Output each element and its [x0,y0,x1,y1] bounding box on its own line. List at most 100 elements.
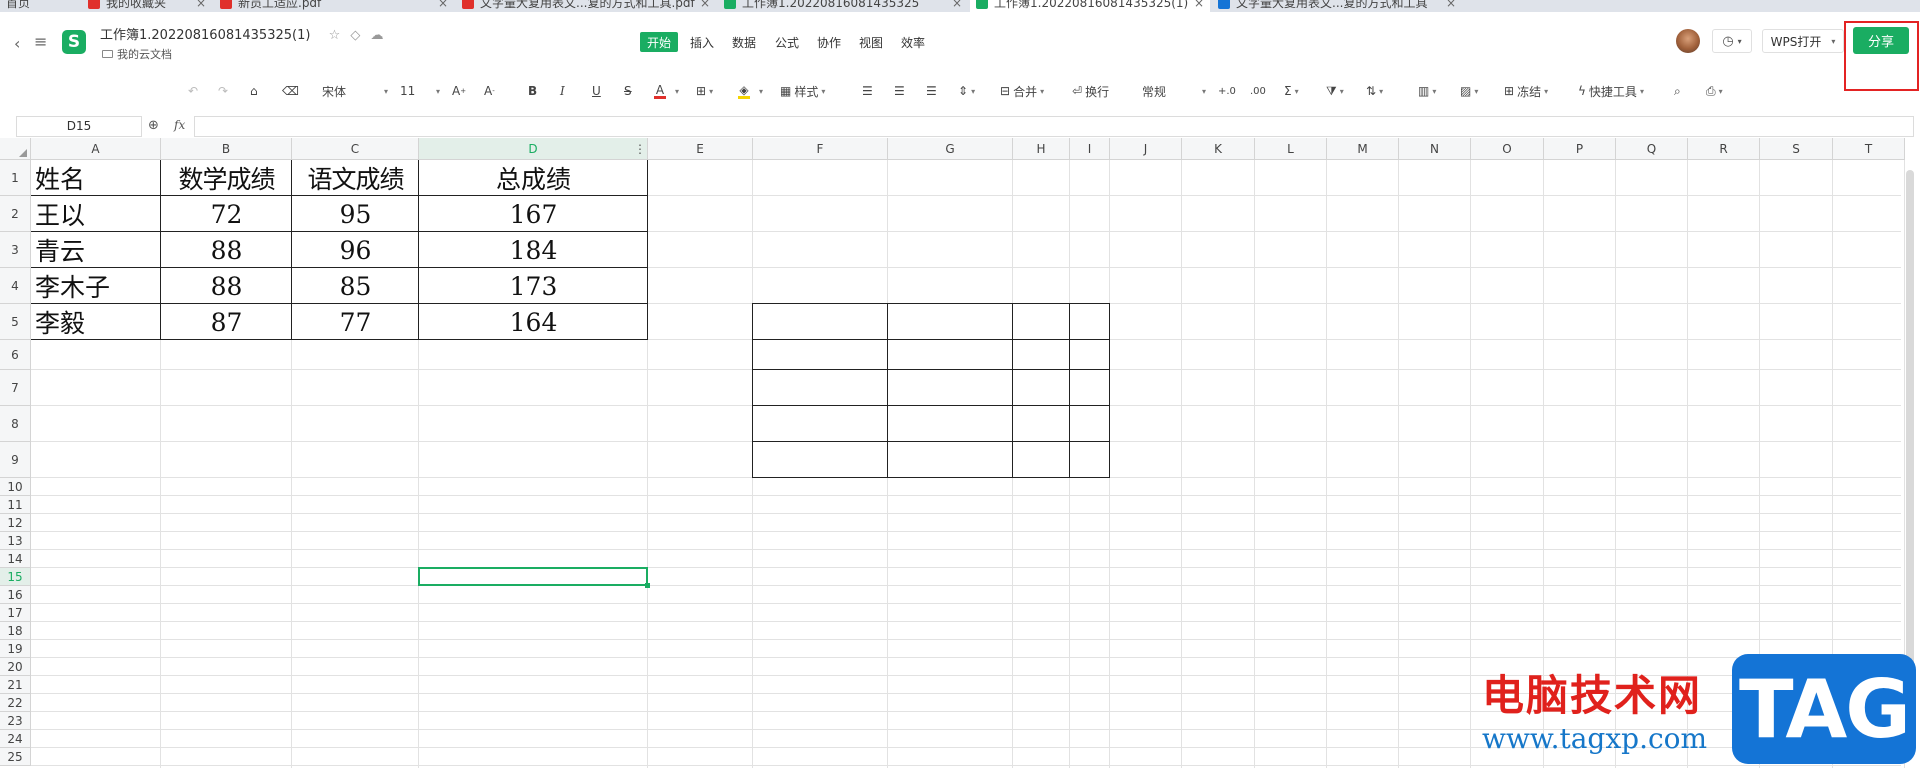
cell-A1[interactable]: 姓名 [31,160,161,196]
selected-cell[interactable] [418,567,648,586]
row-header-8[interactable]: 8 [0,406,31,442]
back-icon[interactable]: ‹ [14,34,20,53]
column-header-P[interactable]: P [1544,138,1616,160]
font-color-icon[interactable]: A [654,81,666,101]
column-header-T[interactable]: T [1833,138,1905,160]
column-header-A[interactable]: A [31,138,161,160]
print-icon[interactable]: ⎙ ▾ [1706,81,1723,101]
select-all-corner[interactable] [0,138,31,160]
row-header-12[interactable]: 12 [0,514,31,532]
chart-icon[interactable]: ▥ ▾ [1418,81,1436,101]
sum-icon[interactable]: Σ ▾ [1284,81,1299,101]
redo-icon[interactable]: ↷ [218,81,228,101]
row-header-14[interactable]: 14 [0,550,31,568]
column-header-R[interactable]: R [1688,138,1760,160]
increase-decimal-icon[interactable]: +.0 [1218,81,1236,101]
tab-2[interactable]: 新员工适应.pdf × [214,0,454,12]
tag-icon[interactable]: ◇ [350,28,360,43]
column-header-E[interactable]: E [648,138,753,160]
star-icon[interactable]: ☆ [329,28,341,43]
cell-D1[interactable]: 总成绩 [419,160,648,196]
history-button[interactable]: ◷ ▾ [1712,29,1752,53]
row-header-2[interactable]: 2 [0,196,31,232]
menu-tab-0[interactable]: 开始 [640,32,679,52]
column-menu-icon[interactable]: ⋮ [634,142,646,156]
row-header-17[interactable]: 17 [0,604,31,622]
row-header-16[interactable]: 16 [0,586,31,604]
menu-tab-3[interactable]: 公式 [768,32,806,52]
tab-1[interactable]: 我的收藏夹 × [82,0,212,12]
quick-tools-button[interactable]: ϟ 快捷工具 ▾ [1578,81,1644,101]
menu-tab-2[interactable]: 数据 [725,32,763,52]
fill-color-icon[interactable]: ◈ [738,81,750,101]
row-header-22[interactable]: 22 [0,694,31,712]
freeze-button[interactable]: ⊞ 冻结 ▾ [1504,81,1548,101]
sort-icon[interactable]: ⇅ ▾ [1366,81,1383,101]
cell-A5[interactable]: 李毅 [31,304,161,340]
menu-tab-1[interactable]: 插入 [683,32,721,52]
column-header-F[interactable]: F [753,138,888,160]
cell-B4[interactable]: 88 [161,268,292,304]
document-title[interactable]: 工作簿1.20220816081435325(1) ☆ ◇ ☁ [100,24,384,43]
close-icon[interactable]: × [700,0,710,10]
filter-icon[interactable]: ⧩ ▾ [1326,81,1344,101]
column-header-I[interactable]: I [1070,138,1110,160]
column-header-B[interactable]: B [161,138,292,160]
cell-C3[interactable]: 96 [292,232,419,268]
tab-4[interactable]: 工作簿1.20220816081435325 × [718,0,968,12]
row-header-20[interactable]: 20 [0,658,31,676]
border-icon[interactable]: ⊞ ▾ [696,81,713,101]
column-header-D[interactable]: D [419,138,648,160]
row-header-5[interactable]: 5 [0,304,31,340]
cell-C2[interactable]: 95 [292,196,419,232]
menu-tab-5[interactable]: 视图 [852,32,890,52]
cell-D3[interactable]: 184 [419,232,648,268]
column-header-H[interactable]: H [1013,138,1070,160]
cell-B5[interactable]: 87 [161,304,292,340]
close-icon[interactable]: × [1194,0,1204,10]
column-header-M[interactable]: M [1327,138,1399,160]
row-header-7[interactable]: 7 [0,370,31,406]
column-header-N[interactable]: N [1399,138,1471,160]
column-header-J[interactable]: J [1110,138,1182,160]
column-header-C[interactable]: C [292,138,419,160]
fill-handle[interactable] [645,583,650,588]
cell-C4[interactable]: 85 [292,268,419,304]
chevron-down-icon[interactable]: ▾ [756,81,763,101]
font-size-select[interactable]: 11 ▾ [400,81,440,101]
column-header-L[interactable]: L [1255,138,1327,160]
decrease-decimal-icon[interactable]: .00 [1250,81,1266,101]
menu-tab-6[interactable]: 效率 [894,32,932,52]
decrease-font-icon[interactable]: A- [484,81,495,101]
row-header-15[interactable]: 15 [0,568,31,586]
row-header-19[interactable]: 19 [0,640,31,658]
row-header-6[interactable]: 6 [0,340,31,370]
formula-input[interactable] [194,116,1914,137]
name-box[interactable]: D15 [16,116,142,137]
strikethrough-icon[interactable]: S [624,81,632,101]
cell-A4[interactable]: 李木子 [31,268,161,304]
tab-3[interactable]: 文字量大复用表文...复的方式和工具.pdf × [456,0,716,12]
cell-D5[interactable]: 164 [419,304,648,340]
eraser-icon[interactable]: ⌫ [282,81,299,101]
close-icon[interactable]: × [196,0,206,10]
row-header-1[interactable]: 1 [0,160,31,196]
cell-B3[interactable]: 88 [161,232,292,268]
cell-C1[interactable]: 语文成绩 [292,160,419,196]
document-folder[interactable]: 我的云文档 [102,46,172,62]
undo-icon[interactable]: ↶ [188,81,198,101]
tab-5[interactable]: 工作簿1.20220816081435325(1) × [970,0,1210,12]
font-family-select[interactable]: 宋体 ▾ [322,81,388,101]
cell-D4[interactable]: 173 [419,268,648,304]
row-header-10[interactable]: 10 [0,478,31,496]
number-format-select[interactable]: 常规 ▾ [1142,81,1206,101]
image-icon[interactable]: ▨ ▾ [1460,81,1478,101]
cloud-sync-icon[interactable]: ☁ [371,28,384,43]
row-header-21[interactable]: 21 [0,676,31,694]
row-header-24[interactable]: 24 [0,730,31,748]
avatar[interactable] [1676,29,1700,53]
cell-C5[interactable]: 77 [292,304,419,340]
wps-open-button[interactable]: WPS打开 ▾ [1762,29,1844,53]
underline-icon[interactable]: U [592,81,601,101]
row-header-23[interactable]: 23 [0,712,31,730]
